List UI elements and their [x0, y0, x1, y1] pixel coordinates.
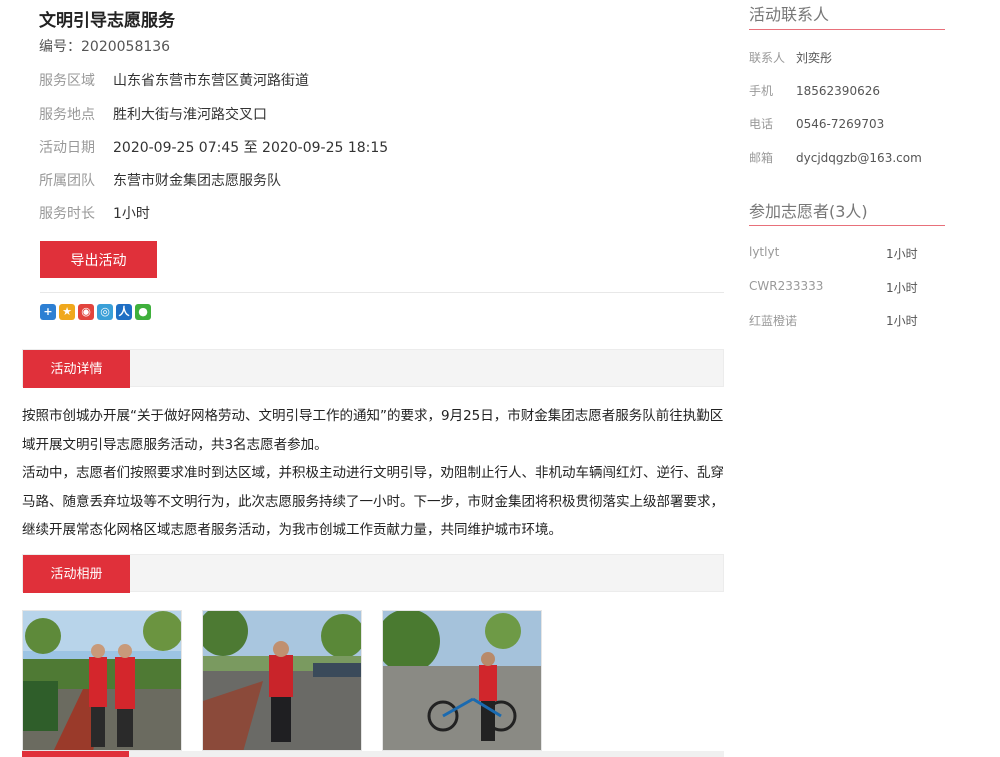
qzone-icon[interactable]: ★ [59, 304, 75, 320]
contact-value: 0546-7269703 [796, 117, 885, 131]
contact-row-email: 邮箱 dycjdqgzb@163.com [749, 149, 922, 166]
volunteer-row: lytlyt 1小时 [749, 245, 945, 261]
info-label: 服务区域 [39, 73, 95, 89]
info-value: 1小时 [113, 206, 150, 222]
contact-label: 邮箱 [749, 151, 774, 165]
contact-value: dycjdqgzb@163.com [796, 151, 922, 165]
info-label: 服务地点 [39, 107, 95, 123]
share-bar: + ★ ◉ ◎ 人 ● [40, 304, 151, 320]
info-value: 胜利大街与淮河路交叉口 [113, 107, 267, 123]
contact-heading-rule [749, 29, 945, 30]
volunteer-name: lytlyt [749, 245, 780, 259]
photo-volunteers-at-crossing [23, 611, 181, 750]
album-photo[interactable] [22, 610, 182, 751]
next-section-tab [22, 751, 129, 757]
contact-heading: 活动联系人 [749, 5, 830, 24]
album-section-bar: 活动相册 [22, 554, 724, 593]
volunteer-name: 红蓝橙诺 [749, 314, 798, 328]
info-label: 活动日期 [39, 140, 95, 156]
activity-detail-text: 按照市创城办开展“关于做好网格劳动、文明引导工作的通知”的要求，9月25日，市财… [22, 402, 724, 545]
info-value: 山东省东营市东营区黄河路街道 [113, 73, 309, 89]
info-service-location: 服务地点 胜利大街与淮河路交叉口 [39, 104, 267, 124]
weibo-icon[interactable]: ◉ [78, 304, 94, 320]
info-label: 所属团队 [39, 173, 95, 189]
export-activity-button[interactable]: 导出活动 [40, 241, 157, 278]
wechat-icon[interactable]: ● [135, 304, 151, 320]
activity-title: 文明引导志愿服务 [39, 11, 175, 31]
info-service-area: 服务区域 山东省东营市东营区黄河路街道 [39, 70, 309, 90]
next-section-bar [22, 751, 724, 757]
contact-value: 18562390626 [796, 84, 880, 98]
volunteer-row: CWR233333 1小时 [749, 279, 945, 295]
info-activity-date: 活动日期 2020-09-25 07:45 至 2020-09-25 18:15 [39, 137, 388, 157]
contact-row-mobile: 手机 18562390626 [749, 82, 880, 99]
contact-row-name: 联系人 刘奕彤 [749, 49, 832, 66]
info-value: 2020-09-25 07:45 至 2020-09-25 18:15 [113, 140, 389, 156]
volunteer-hours: 1小时 [886, 281, 918, 295]
info-team: 所属团队 东营市财金集团志愿服务队 [39, 170, 281, 190]
info-label: 服务时长 [39, 206, 95, 222]
detail-paragraph: 活动中，志愿者们按照要求准时到达区域，并积极主动进行文明引导，劝阻制止行人、非机… [22, 465, 724, 538]
volunteer-name: CWR233333 [749, 279, 824, 293]
volunteer-row: 红蓝橙诺 1小时 [749, 312, 945, 329]
volunteers-heading-rule [749, 225, 945, 226]
info-duration: 服务时长 1小时 [39, 203, 150, 223]
contact-label: 手机 [749, 84, 774, 98]
divider [40, 292, 724, 293]
album-photo[interactable] [202, 610, 362, 751]
detail-paragraph: 按照市创城办开展“关于做好网格劳动、文明引导工作的通知”的要求，9月25日，市财… [22, 408, 724, 453]
volunteers-heading: 参加志愿者(3人) [749, 202, 868, 221]
contact-value: 刘奕彤 [796, 51, 833, 65]
tencent-weibo-icon[interactable]: ◎ [97, 304, 113, 320]
volunteer-hours: 1小时 [886, 314, 918, 328]
volunteer-hours: 1小时 [886, 247, 918, 261]
contact-label: 联系人 [749, 51, 786, 65]
photo-volunteer-on-street [203, 611, 361, 750]
info-value: 东营市财金集团志愿服务队 [113, 173, 281, 189]
album-photo[interactable] [382, 610, 542, 751]
contact-label: 电话 [749, 117, 774, 131]
detail-section-bar: 活动详情 [22, 349, 724, 388]
activity-code: 编号：2020058136 [39, 39, 171, 55]
tab-activity-detail[interactable]: 活动详情 [23, 350, 130, 388]
contact-row-phone: 电话 0546-7269703 [749, 115, 884, 132]
renren-icon[interactable]: 人 [116, 304, 132, 320]
tab-activity-album[interactable]: 活动相册 [23, 555, 130, 593]
photo-volunteer-with-bicycle [383, 611, 541, 750]
photo-album [22, 610, 542, 751]
plus-share-icon[interactable]: + [40, 304, 56, 320]
